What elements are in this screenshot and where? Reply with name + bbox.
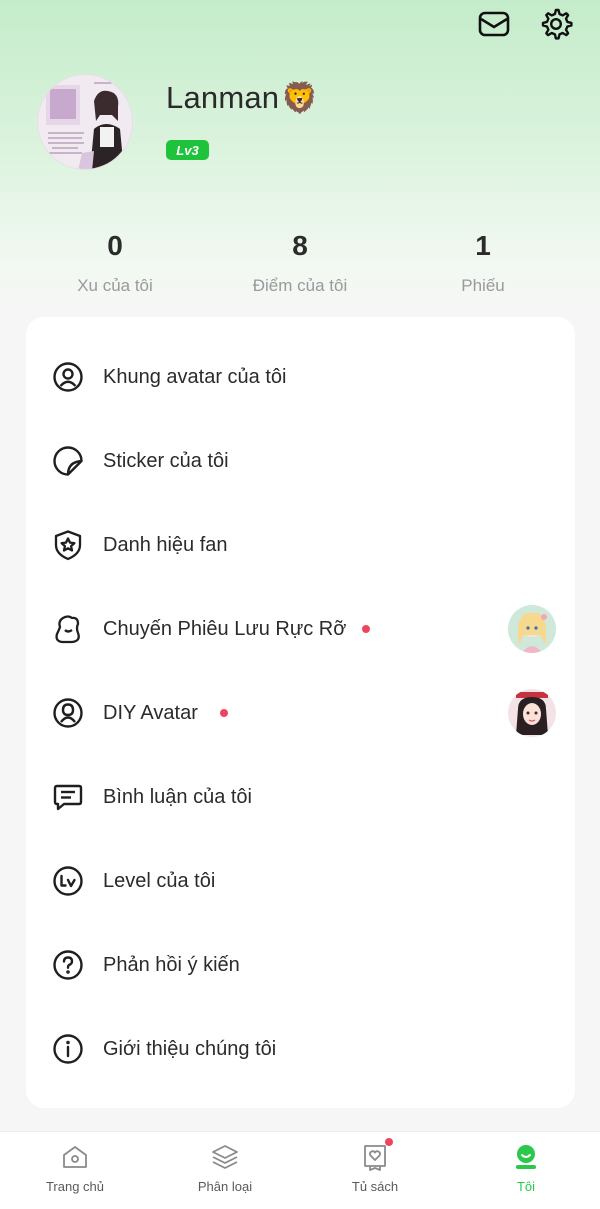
menu-label: Sticker của tôi [103, 449, 229, 472]
mail-icon [478, 11, 510, 37]
username: Lanman 🦁 [166, 80, 319, 116]
sticker-icon [51, 444, 85, 478]
stat-points-value: 8 [292, 230, 308, 261]
avatar-image [38, 75, 132, 169]
tab-label: Tôi [516, 1179, 536, 1194]
adventure-icon [51, 612, 85, 646]
stat-points[interactable]: 8 Điểm của tôi [210, 228, 390, 296]
menu-item-feedback[interactable]: Phản hồi ý kiến [26, 923, 575, 1007]
menu-item-adventure[interactable]: Chuyến Phiêu Lưu Rực Rỡ [26, 587, 575, 671]
bottom-tab-bar: Trang chủ Phân loại Tủ sách Tôi [0, 1131, 600, 1209]
menu-item-avatar-frame[interactable]: Khung avatar của tôi [26, 335, 575, 419]
diy-avatar-thumbnail [508, 689, 556, 737]
tab-label: Trang chủ [45, 1179, 105, 1194]
level-icon [51, 864, 85, 898]
notification-dot [385, 1138, 393, 1146]
gear-icon [541, 8, 573, 40]
tab-bookshelf[interactable]: Tủ sách [315, 1132, 435, 1209]
menu-item-level[interactable]: Level của tôi [26, 839, 575, 923]
mail-button[interactable] [474, 4, 514, 44]
layers-icon [209, 1141, 241, 1173]
info-icon [51, 1032, 85, 1066]
shield-star-icon [51, 528, 85, 562]
menu-card: Khung avatar của tôi Sticker của tôi Dan… [26, 317, 575, 1108]
stat-tickets[interactable]: 1 Phiếu [393, 228, 573, 296]
stat-tickets-value: 1 [475, 230, 491, 261]
notification-dot [362, 625, 370, 633]
notification-dot [220, 709, 228, 717]
settings-button[interactable] [536, 4, 576, 44]
stat-coins-value: 0 [107, 230, 123, 261]
bookshelf-icon [359, 1141, 391, 1173]
menu-item-fan-title[interactable]: Danh hiệu fan [26, 503, 575, 587]
stat-coins-label: Xu của tôi [77, 276, 153, 295]
tab-label: Tủ sách [351, 1179, 399, 1194]
stat-points-label: Điểm của tôi [252, 276, 348, 295]
avatar-frame-icon [51, 360, 85, 394]
menu-label: Phản hồi ý kiến [103, 953, 240, 976]
lion-emoji: 🦁 [281, 81, 319, 115]
menu-item-sticker[interactable]: Sticker của tôi [26, 419, 575, 503]
avatar[interactable] [37, 74, 133, 170]
tab-category[interactable]: Phân loại [165, 1132, 285, 1209]
tab-label: Phân loại [197, 1179, 253, 1194]
level-badge[interactable]: Lv3 [166, 140, 209, 160]
diy-avatar-icon [51, 696, 85, 730]
menu-label: Level của tôi [103, 869, 216, 892]
stat-coins[interactable]: 0 Xu của tôi [25, 228, 205, 296]
adventure-thumbnail [508, 605, 556, 653]
menu-label: Bình luận của tôi [103, 785, 252, 808]
comment-icon [51, 780, 85, 814]
menu-label: Khung avatar của tôi [103, 365, 287, 388]
menu-item-diy-avatar[interactable]: DIY Avatar [26, 671, 575, 755]
menu-label: Giới thiệu chúng tôi [103, 1037, 277, 1060]
tab-profile[interactable]: Tôi [466, 1132, 586, 1209]
menu-item-about[interactable]: Giới thiệu chúng tôi [26, 1007, 575, 1091]
username-text: Lanman [166, 80, 280, 115]
menu-item-comments[interactable]: Bình luận của tôi [26, 755, 575, 839]
stat-tickets-label: Phiếu [461, 276, 505, 295]
profile-icon [510, 1141, 542, 1173]
help-icon [51, 948, 85, 982]
menu-label: Chuyến Phiêu Lưu Rực Rỡ [103, 617, 347, 640]
menu-label: DIY Avatar [103, 701, 198, 724]
tab-home[interactable]: Trang chủ [15, 1132, 135, 1209]
menu-label: Danh hiệu fan [103, 533, 228, 556]
home-icon [59, 1141, 91, 1173]
